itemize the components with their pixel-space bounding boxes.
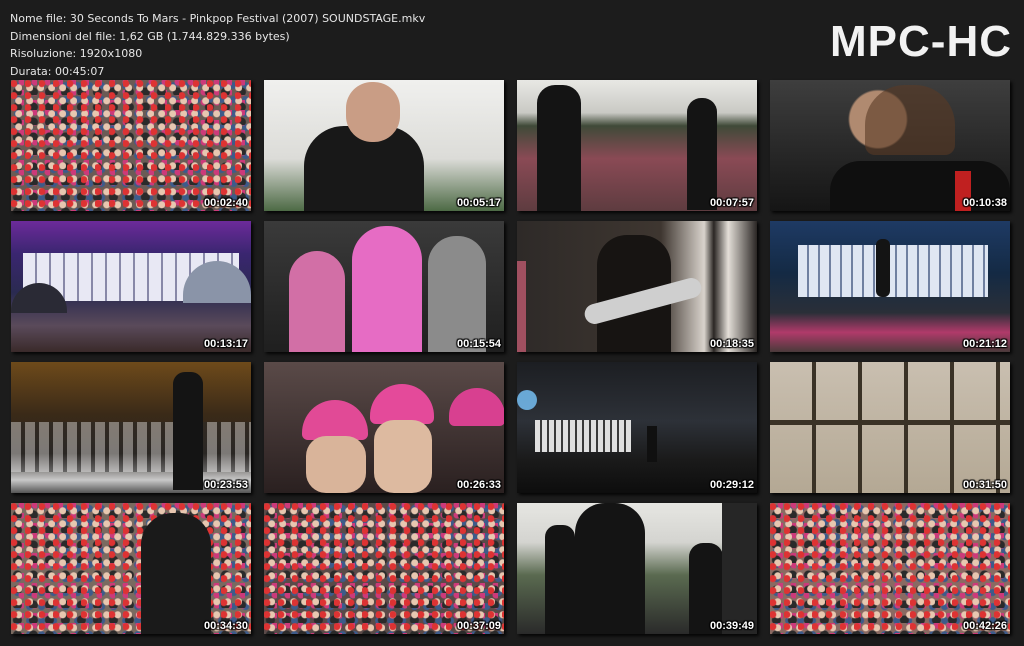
thumbnail-timestamp: 00:18:35	[709, 338, 754, 350]
thumbnail: 00:15:54	[264, 221, 504, 352]
thumbnail: 00:13:17	[11, 221, 251, 352]
thumbnail: 00:37:09	[264, 503, 504, 634]
thumbnail-timestamp: 00:29:12	[709, 479, 754, 491]
thumbnail-timestamp: 00:10:38	[962, 197, 1007, 209]
thumbnail-timestamp: 00:07:57	[709, 197, 754, 209]
file-size: Dimensioni del file: 1,62 GB (1.744.829.…	[10, 29, 290, 43]
file-duration: Durata: 00:45:07	[10, 64, 105, 78]
thumbnail: 00:05:17	[264, 80, 504, 211]
thumbnail: 00:42:26	[770, 503, 1010, 634]
file-name: Nome file: 30 Seconds To Mars - Pinkpop …	[10, 12, 426, 25]
thumbnail: 00:02:40	[11, 80, 251, 211]
thumbnail-timestamp: 00:05:17	[456, 197, 501, 209]
thumbnail: 00:39:49	[517, 503, 757, 634]
thumbnail-timestamp: 00:15:54	[456, 338, 501, 350]
thumbnail-timestamp: 00:23:53	[203, 479, 248, 491]
thumbnail-timestamp: 00:02:40	[203, 197, 248, 209]
thumbnail: 00:29:12	[517, 362, 757, 493]
thumbnail: 00:18:35	[517, 221, 757, 352]
thumbnail-timestamp: 00:39:49	[709, 620, 754, 632]
file-info: Nome file: 30 Seconds To Mars - Pinkpop …	[10, 10, 425, 80]
thumbnail-timestamp: 00:34:30	[203, 620, 248, 632]
thumbnail: 00:07:57	[517, 80, 757, 211]
thumbnail: 00:23:53	[11, 362, 251, 493]
thumbnail: 00:31:50	[770, 362, 1010, 493]
thumbnail: 00:21:12	[770, 221, 1010, 352]
thumbnail-timestamp: 00:31:50	[962, 479, 1007, 491]
thumbnail-timestamp: 00:37:09	[456, 620, 501, 632]
thumbnail-timestamp: 00:21:12	[962, 338, 1007, 350]
thumbnail-timestamp: 00:42:26	[962, 620, 1007, 632]
mpc-hc-logo: MPC-HC	[830, 17, 1012, 66]
thumbnail-timestamp: 00:13:17	[203, 338, 248, 350]
thumbnail: 00:10:38	[770, 80, 1010, 211]
thumbnail-timestamp: 00:26:33	[456, 479, 501, 491]
thumbnail: 00:26:33	[264, 362, 504, 493]
thumbnail-grid: 00:02:40 00:05:17 00:07:57 00:10:38 00:1…	[11, 80, 1010, 634]
file-resolution: Risoluzione: 1920x1080	[10, 47, 143, 60]
thumbnail: 00:34:30	[11, 503, 251, 634]
